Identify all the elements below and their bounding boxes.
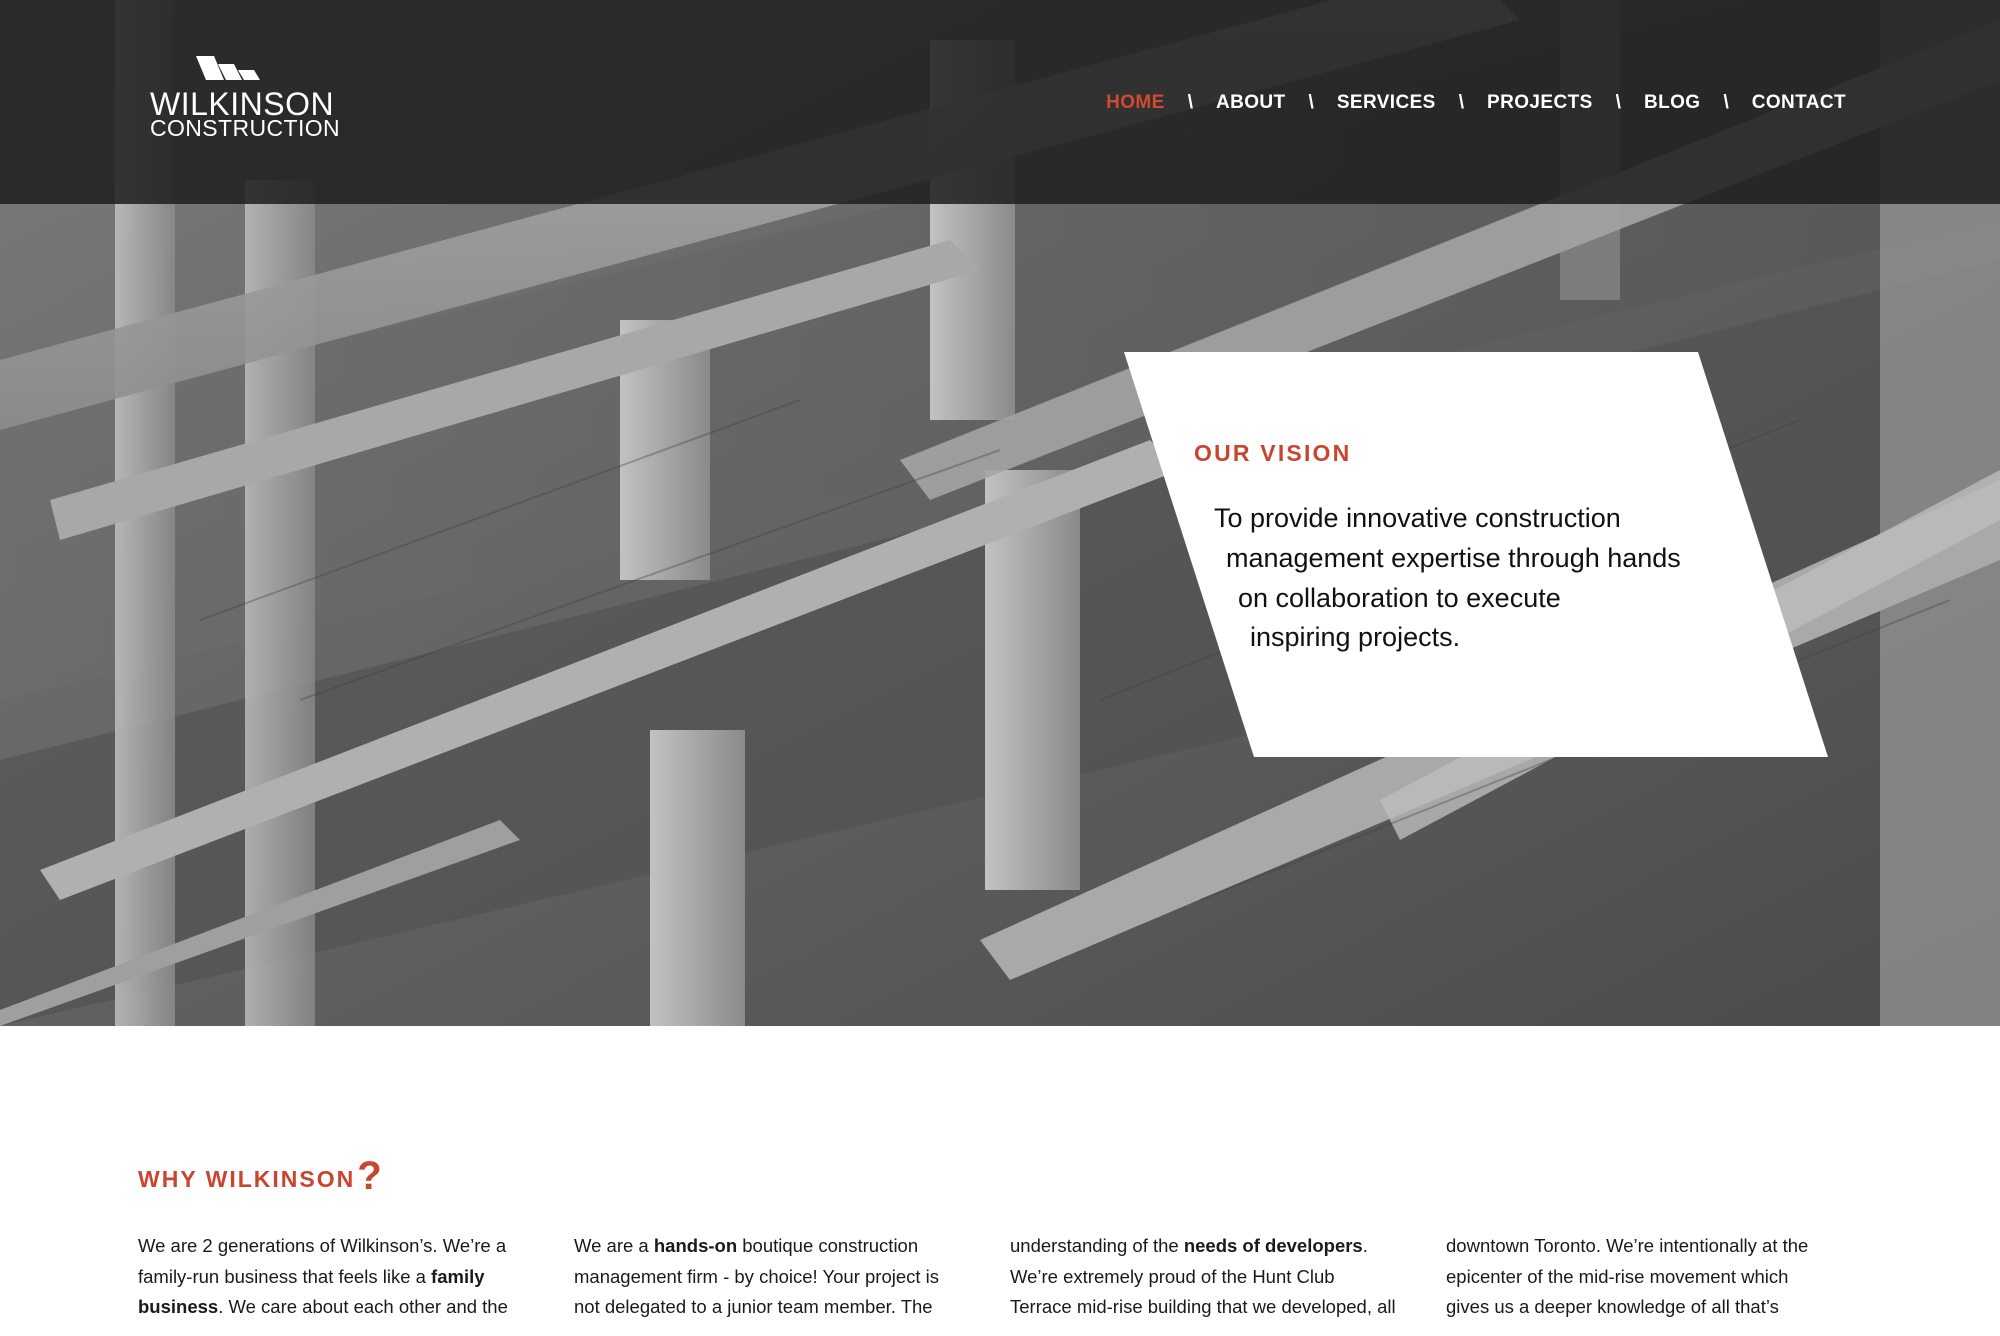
body-text: Terrace mid-rise building that we develo…: [1010, 1296, 1396, 1317]
why-paragraph: downtown Toronto. We’re intentionally at…: [1446, 1231, 1846, 1323]
why-column-2: We are a hands-on boutique construction m…: [574, 1231, 974, 1323]
emphasis-text: hands-on: [653, 1235, 738, 1256]
body-text: We are a: [574, 1235, 654, 1256]
nav-contact[interactable]: CONTACT: [1752, 92, 1846, 114]
body-text: family-run business that feels like a: [138, 1265, 432, 1287]
paragraph-line: gives us a deeper knowledge of all that’…: [1446, 1292, 1846, 1323]
body-text: not delegated to a junior team member. T…: [574, 1296, 933, 1317]
site-header: WILKINSON CONSTRUCTION HOME \ ABOUT \ SE…: [0, 0, 2000, 204]
why-column-3: understanding of the needs of developers…: [1010, 1231, 1410, 1323]
body-text: management firm - by choice! Your projec…: [574, 1265, 940, 1287]
paragraph-line: business. We care about each other and t…: [138, 1292, 538, 1323]
body-text: downtown Toronto. We’re intentionally at…: [1446, 1235, 1809, 1256]
body-text: boutique construction: [737, 1235, 919, 1256]
why-paragraph: We are 2 generations of Wilkinson’s. We’…: [138, 1231, 538, 1323]
emphasis-text: family: [431, 1265, 485, 1287]
body-text: understanding of the: [1010, 1235, 1184, 1256]
vision-text-line: management expertise through hands: [1226, 543, 1681, 573]
emphasis-text: business: [138, 1296, 219, 1317]
body-text: . We care about each other and the: [218, 1296, 508, 1317]
vision-text-line: on collaboration to execute: [1238, 583, 1561, 613]
brand-subtitle: CONSTRUCTION: [150, 115, 341, 141]
body-text: .: [1362, 1235, 1368, 1256]
nav-separator: \: [1308, 92, 1314, 113]
nav-home[interactable]: HOME: [1106, 92, 1165, 114]
body-text: epicenter of the mid-rise movement which: [1446, 1265, 1789, 1287]
brand-logo[interactable]: WILKINSON CONSTRUCTION: [150, 56, 340, 140]
why-paragraph: understanding of the needs of developers…: [1010, 1231, 1410, 1323]
hero-section: WILKINSON CONSTRUCTION HOME \ ABOUT \ SE…: [0, 0, 2000, 1026]
vision-text-line: To provide innovative construction: [1214, 503, 1621, 533]
paragraph-line: family-run business that feels like a fa…: [138, 1262, 538, 1293]
paragraph-line: We’re extremely proud of the Hunt Club: [1010, 1262, 1410, 1293]
why-column-1: We are 2 generations of Wilkinson’s. We’…: [138, 1231, 538, 1323]
emphasis-text: needs of developers: [1183, 1235, 1363, 1256]
paragraph-line: Terrace mid-rise building that we develo…: [1010, 1292, 1410, 1323]
paragraph-line: We are a hands-on boutique construction: [574, 1231, 974, 1262]
paragraph-line: downtown Toronto. We’re intentionally at…: [1446, 1231, 1846, 1262]
nav-blog[interactable]: BLOG: [1644, 92, 1701, 114]
paragraph-line: management firm - by choice! Your projec…: [574, 1262, 974, 1293]
body-text: We are 2 generations of Wilkinson’s. We’…: [138, 1235, 507, 1256]
nav-services[interactable]: SERVICES: [1337, 92, 1436, 114]
nav-separator: \: [1187, 92, 1193, 113]
vision-card: OUR VISION To provide innovative constru…: [1124, 352, 1828, 757]
body-text: We’re extremely proud of the Hunt Club: [1010, 1265, 1335, 1287]
nav-projects[interactable]: PROJECTS: [1487, 92, 1593, 114]
main-navigation: HOME \ ABOUT \ SERVICES \ PROJECTS \ BLO…: [1106, 88, 1846, 118]
why-wilkinson-section: WHY WILKINSON? We are 2 generations of W…: [0, 1026, 2000, 1336]
vision-text-line: inspiring projects.: [1250, 622, 1461, 652]
nav-about[interactable]: ABOUT: [1216, 92, 1286, 114]
why-heading-text: WHY WILKINSON: [138, 1166, 356, 1192]
nav-separator: \: [1723, 92, 1729, 113]
why-paragraph: We are a hands-on boutique construction m…: [574, 1231, 974, 1323]
stacked-slab-logo-icon: [196, 56, 260, 80]
paragraph-line: not delegated to a junior team member. T…: [574, 1292, 974, 1323]
nav-separator: \: [1615, 92, 1621, 113]
nav-separator: \: [1458, 92, 1465, 113]
vision-heading: OUR VISION: [1194, 440, 1352, 466]
paragraph-line: We are 2 generations of Wilkinson’s. We’…: [138, 1231, 538, 1262]
why-column-4: downtown Toronto. We’re intentionally at…: [1446, 1231, 1846, 1323]
why-heading: WHY WILKINSON?: [138, 1154, 382, 1199]
why-heading-question-mark: ?: [357, 1154, 382, 1198]
body-text: gives us a deeper knowledge of all that’…: [1446, 1296, 1779, 1317]
paragraph-line: understanding of the needs of developers…: [1010, 1231, 1410, 1262]
paragraph-line: epicenter of the mid-rise movement which: [1446, 1262, 1846, 1293]
